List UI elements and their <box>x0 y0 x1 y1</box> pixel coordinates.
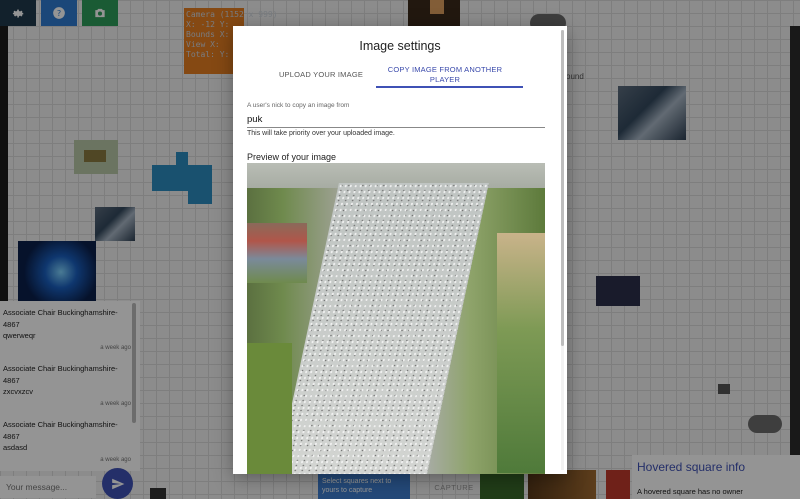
tab-copy-image[interactable]: COPY IMAGE FROM ANOTHER PLAYER <box>383 64 507 86</box>
dialog-scrollbar[interactable] <box>561 30 564 346</box>
nick-field-hint: This will take priority over your upload… <box>247 130 395 137</box>
image-preview <box>247 163 545 474</box>
preview-field <box>497 233 545 473</box>
preview-port <box>247 223 307 283</box>
tab-upload-image[interactable]: UPLOAD YOUR IMAGE <box>253 64 389 86</box>
image-settings-dialog: Image settings UPLOAD YOUR IMAGE COPY IM… <box>233 26 567 474</box>
nick-field-label: A user's nick to copy an image from <box>247 102 350 109</box>
active-tab-indicator <box>376 86 523 88</box>
preview-canal <box>275 183 489 474</box>
nick-input[interactable] <box>247 112 545 128</box>
dialog-title: Image settings <box>359 39 441 53</box>
preview-field <box>247 343 292 474</box>
preview-title: Preview of your image <box>247 152 337 162</box>
